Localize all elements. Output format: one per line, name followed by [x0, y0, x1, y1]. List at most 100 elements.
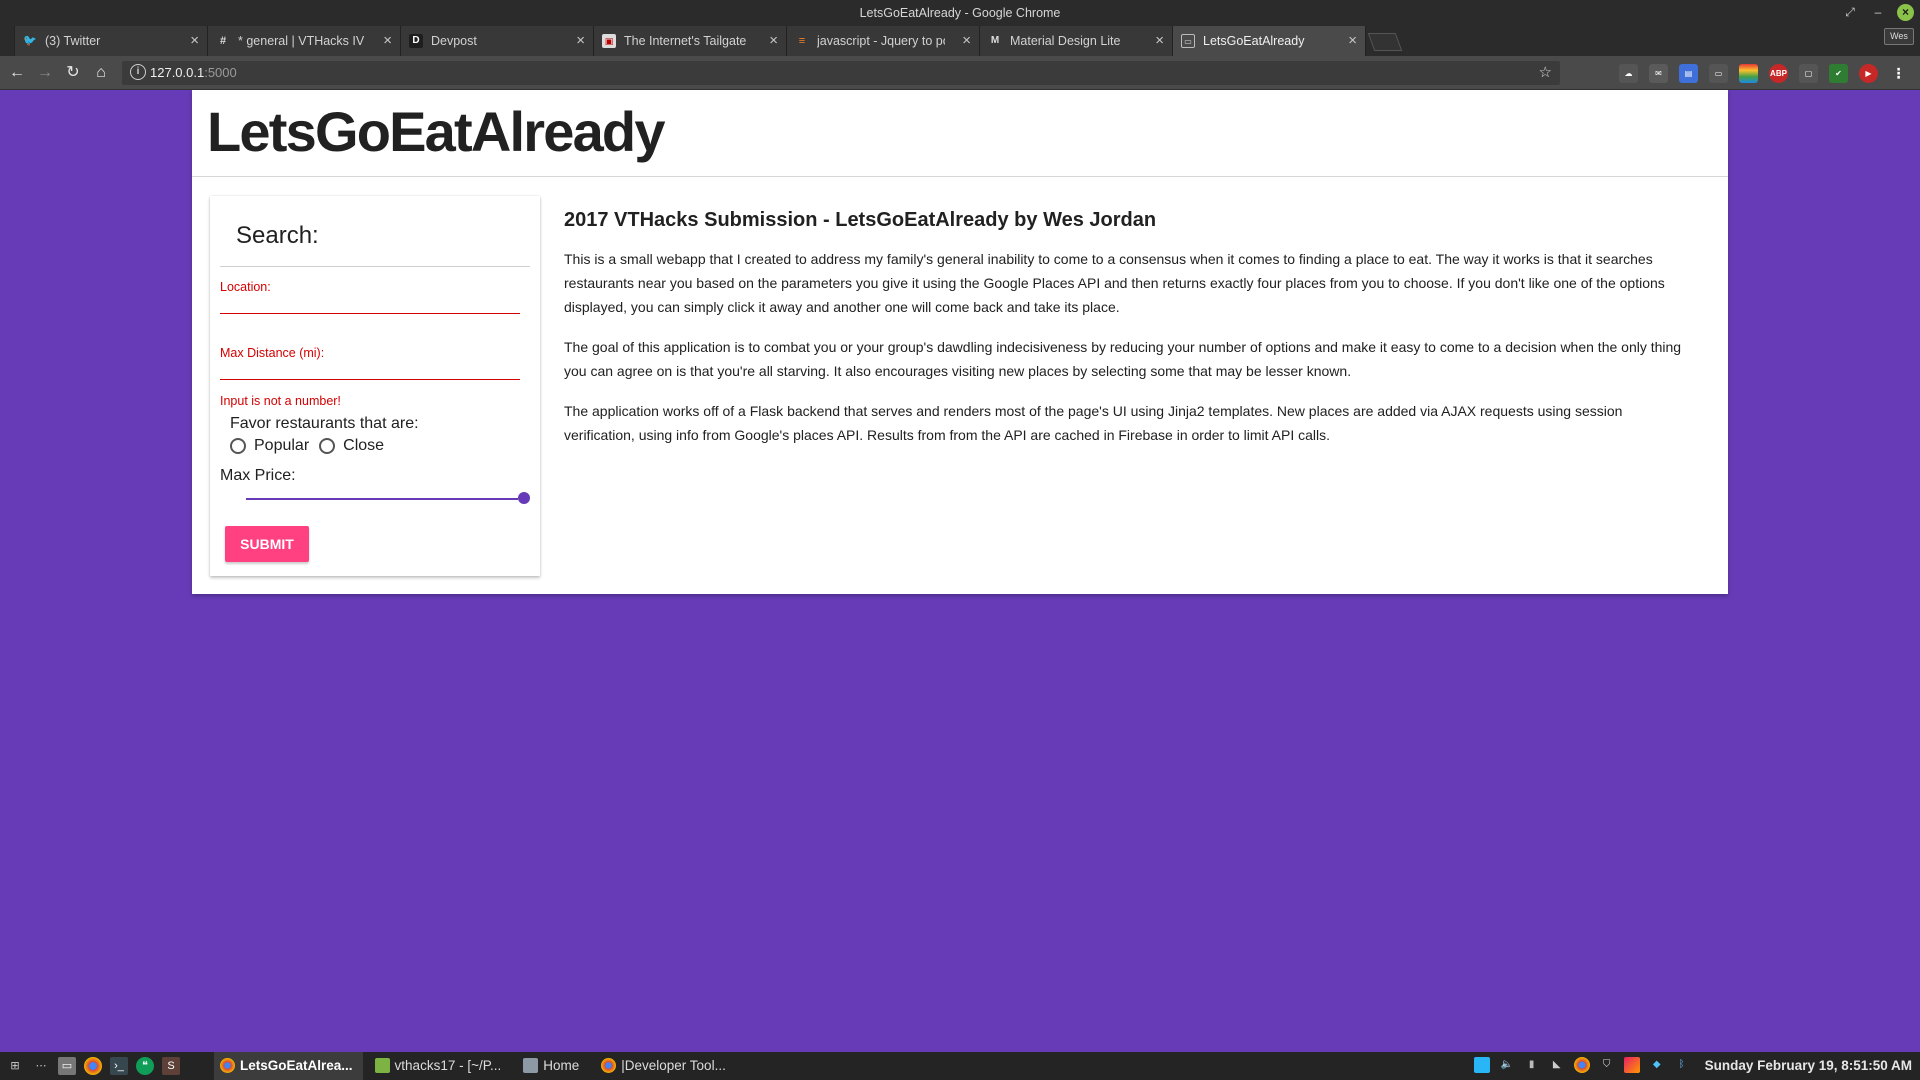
description-paragraph: This is a small webapp that I created to… — [564, 251, 1665, 315]
chrome-menu-icon[interactable]: ⋮ — [1889, 64, 1908, 83]
tab-slack[interactable]: # * general | VTHacks IV S × — [207, 26, 401, 56]
task-label: vthacks17 - [~/P... — [394, 1058, 502, 1073]
task-devtools[interactable]: |Developer Tool... — [595, 1052, 736, 1080]
radio-circle-icon — [319, 438, 336, 454]
page-header: LetsGoEatAlready — [192, 90, 1728, 177]
app-tray-icon[interactable] — [1623, 1057, 1640, 1073]
new-tab-button[interactable] — [1367, 33, 1403, 51]
description-paragraph: The application works off of a Flask bac… — [564, 403, 1623, 443]
tab-stackoverflow[interactable]: ≡ javascript - Jquery to po × — [786, 26, 980, 56]
shield-icon[interactable]: ⛉ — [1599, 1057, 1615, 1073]
address-url[interactable]: 127.0.0.1:5000 — [150, 61, 237, 85]
slider-track — [246, 498, 518, 500]
hangouts-icon[interactable]: ❝ — [136, 1057, 154, 1075]
forward-arrow-icon[interactable]: → — [34, 62, 56, 84]
extension-window-icon[interactable]: ▤ — [1679, 64, 1698, 83]
bluetooth-icon[interactable]: ᛒ — [1674, 1057, 1690, 1073]
network-icon[interactable]: ◆ — [1649, 1057, 1665, 1073]
search-divider — [220, 266, 530, 267]
extension-cast-icon[interactable]: ▭ — [1709, 64, 1728, 83]
extension-cloud-icon[interactable]: ☁ — [1619, 64, 1638, 83]
close-icon[interactable]: × — [769, 26, 778, 56]
extension-color-icon[interactable] — [1739, 64, 1758, 83]
url-port: :5000 — [204, 65, 237, 80]
task-pycharm[interactable]: vthacks17 - [~/P... — [369, 1052, 512, 1080]
price-slider[interactable] — [246, 492, 530, 506]
battery-icon[interactable]: ▮ — [1524, 1057, 1540, 1073]
back-arrow-icon[interactable]: ← — [6, 62, 28, 84]
task-label: Home — [543, 1058, 580, 1073]
tab-label: Devpost — [431, 34, 477, 48]
window-controls: ⤢ – × — [1841, 3, 1914, 21]
slider-thumb[interactable] — [518, 492, 530, 504]
search-card: Search: Location: Max Distance (mi): Inp… — [210, 196, 540, 576]
tab-twitter[interactable]: 🐦 (3) Twitter × — [14, 26, 208, 56]
radio-circle-icon — [230, 438, 246, 454]
terminal-icon[interactable]: ›_ — [110, 1057, 128, 1075]
distance-field: Max Distance (mi): — [220, 346, 520, 380]
chrome-tray-icon[interactable] — [1573, 1057, 1590, 1073]
twitter-icon: 🐦 — [23, 35, 37, 47]
radio-close[interactable]: Close — [319, 437, 384, 455]
reload-icon[interactable]: ↻ — [62, 62, 84, 84]
description-content: 2017 VTHacks Submission - LetsGoEatAlrea… — [564, 208, 1694, 463]
favor-label: Favor restaurants that are: — [230, 415, 419, 432]
sublime-icon[interactable]: S — [162, 1057, 180, 1075]
tab-mdl[interactable]: M Material Design Lite × — [979, 26, 1173, 56]
radio-popular-label: Popular — [254, 437, 310, 454]
home-icon[interactable]: ⌂ — [90, 62, 112, 84]
files-icon[interactable]: ▭ — [58, 1057, 76, 1075]
close-icon[interactable]: × — [190, 26, 199, 56]
info-icon[interactable]: i — [130, 64, 146, 80]
task-chrome-letsgoeat[interactable]: LetsGoEatAlrea... — [214, 1052, 363, 1080]
pycharm-icon — [374, 1058, 390, 1073]
stackoverflow-icon: ≡ — [798, 35, 806, 47]
close-window-icon[interactable]: × — [1897, 3, 1914, 21]
tab-letsgoeatalready[interactable]: ▭ LetsGoEatAlready × — [1172, 26, 1366, 56]
more-icon[interactable]: ⋯ — [32, 1057, 50, 1075]
distance-error: Input is not a number! — [220, 394, 341, 408]
taskbar-launchers: ⊞ ⋯ ▭ ›_ ❝ S — [6, 1057, 180, 1075]
chrome-icon[interactable] — [84, 1057, 102, 1075]
bookmark-star-icon[interactable]: ☆ — [1539, 61, 1552, 85]
site-title: LetsGoEatAlready — [207, 100, 666, 163]
submit-button[interactable]: SUBMIT — [225, 526, 309, 562]
system-tray: 🔈 ▮ ◣ ⛉ ◆ ᛒ Sunday February 19, 8:51:50 … — [1473, 1057, 1912, 1073]
close-icon[interactable]: × — [383, 26, 392, 56]
url-host: 127.0.0.1 — [150, 65, 205, 80]
adblock-icon[interactable]: ABP — [1769, 64, 1788, 83]
app-grid-icon[interactable]: ⊞ — [6, 1057, 24, 1075]
profile-button[interactable]: Wes — [1884, 28, 1914, 45]
favor-radio-group: Popular Close — [230, 437, 394, 455]
browser-toolbar: ← → ↻ ⌂ i 127.0.0.1:5000 ☆ ☁ ✉ ▤ ▭ ABP ▢… — [0, 56, 1920, 90]
close-icon[interactable]: × — [1155, 26, 1164, 56]
extension-check-icon[interactable]: ✔ — [1829, 64, 1848, 83]
volume-icon[interactable]: 🔈 — [1499, 1057, 1515, 1073]
tab-label: The Internet's Tailgate — [624, 34, 747, 48]
window-title: LetsGoEatAlready - Google Chrome — [859, 6, 1061, 20]
extension-tab-icon[interactable]: ▢ — [1799, 64, 1818, 83]
tab-devpost[interactable]: D Devpost × — [400, 26, 594, 56]
tab-tailgate[interactable]: ▣ The Internet's Tailgate × — [593, 26, 787, 56]
browser-titlebar: LetsGoEatAlready - Google Chrome ⤢ – × W… — [0, 0, 1920, 56]
restore-icon[interactable]: ⤢ — [1841, 3, 1859, 21]
location-input[interactable] — [220, 294, 520, 314]
page-card: LetsGoEatAlready Search: Location: Max D… — [192, 90, 1728, 594]
minimize-icon[interactable]: – — [1869, 3, 1887, 21]
address-bar[interactable]: i 127.0.0.1:5000 ☆ — [122, 61, 1560, 85]
extension-play-icon[interactable]: ▶ — [1859, 64, 1878, 83]
task-home[interactable]: Home — [517, 1052, 589, 1080]
display-icon[interactable] — [1473, 1057, 1490, 1073]
wifi-icon[interactable]: ◣ — [1549, 1057, 1565, 1073]
extension-mail-icon[interactable]: ✉ — [1649, 64, 1668, 83]
location-field: Location: — [220, 280, 520, 314]
tab-label: Material Design Lite — [1010, 34, 1121, 48]
close-icon[interactable]: × — [1348, 26, 1357, 56]
page-icon: ▭ — [1181, 34, 1195, 48]
distance-input[interactable] — [220, 360, 520, 380]
close-icon[interactable]: × — [962, 26, 971, 56]
close-icon[interactable]: × — [576, 26, 585, 56]
radio-popular[interactable]: Popular — [230, 437, 309, 455]
chrome-icon — [601, 1058, 617, 1073]
tab-label: javascript - Jquery to po — [817, 34, 945, 48]
